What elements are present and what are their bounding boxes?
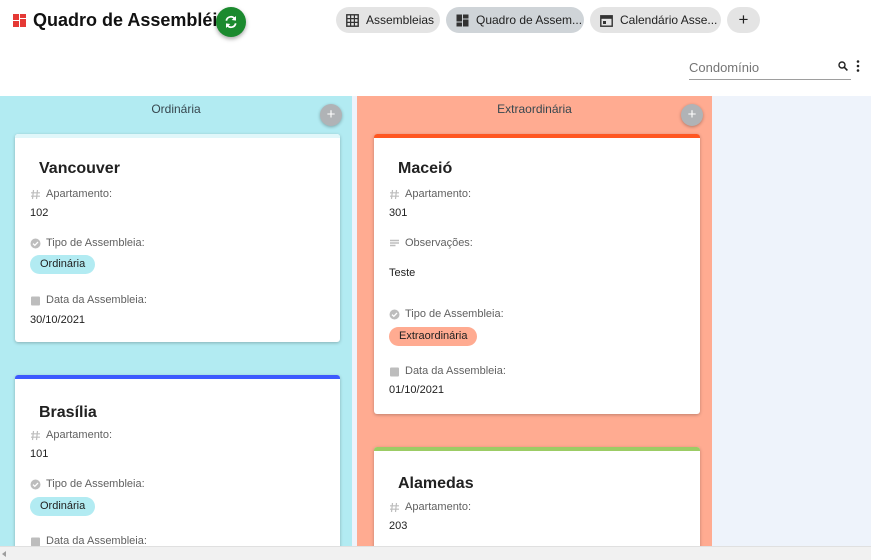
scroll-left-icon[interactable]: [2, 551, 6, 557]
add-card-button[interactable]: +: [320, 104, 342, 126]
notes-icon: [390, 239, 399, 246]
apartment-value: 203: [389, 520, 408, 532]
tab-quadro[interactable]: Quadro de Assem...: [446, 7, 584, 33]
type-label: Tipo de Assembleia:: [389, 308, 504, 320]
type-label: Tipo de Assembleia:: [30, 237, 145, 249]
search-input[interactable]: [689, 57, 829, 77]
check-circle-icon: [389, 309, 400, 319]
apartment-label: Apartamento:: [30, 429, 112, 441]
calendar-icon: [600, 14, 613, 27]
apartment-label: Apartamento:: [389, 188, 471, 200]
apartment-label: Apartamento:: [389, 501, 471, 513]
grid-icon: [346, 13, 359, 27]
column-extraordinaria: Extraordinária + Maceió Apartamento: 301…: [357, 96, 712, 560]
card-title: Brasília: [39, 404, 97, 421]
hash-icon: [31, 430, 40, 440]
kanban-board: Ordinária + Vancouver Apartamento: 102 T…: [0, 96, 871, 560]
page-title: Quadro de Assembléias: [33, 10, 238, 30]
date-label: Data da Assembleia:: [389, 365, 506, 377]
card-color-bar: [15, 134, 340, 138]
add-icon: +: [738, 10, 749, 29]
date-value: 01/10/2021: [389, 384, 445, 396]
notes-label: Observações:: [389, 237, 473, 249]
card-title: Alamedas: [398, 475, 474, 492]
tab-calendario[interactable]: Calendário Asse...: [590, 7, 721, 33]
card-title: Maceió: [398, 160, 453, 177]
card-color-bar: [374, 134, 700, 138]
check-circle-icon: [30, 238, 41, 248]
search-icon[interactable]: [838, 61, 848, 71]
date-value: 30/10/2021: [30, 314, 86, 326]
tab-label: Calendário Asse...: [620, 13, 718, 27]
apartment-label: Apartamento:: [30, 188, 112, 200]
tab-label: Assembleias: [366, 13, 435, 27]
apartment-value: 102: [30, 207, 49, 219]
hash-icon: [390, 189, 399, 199]
hash-icon: [31, 189, 40, 199]
card-maceio[interactable]: Maceió Apartamento: 301 Observações: Tes…: [374, 134, 700, 414]
date-label: Data da Assembleia:: [30, 294, 147, 306]
sync-button[interactable]: [216, 7, 246, 37]
tab-label: Quadro de Assem...: [476, 13, 583, 27]
kanban-icon: [456, 14, 469, 26]
card-alamedas[interactable]: Alamedas Apartamento: 203: [374, 447, 700, 560]
apartment-value: 101: [30, 448, 49, 460]
type-badge: Extraordinária: [389, 327, 478, 346]
card-color-bar: [374, 447, 700, 451]
more-vert-icon[interactable]: [856, 60, 860, 72]
apartment-value: 301: [389, 207, 408, 219]
column-title: Ordinária: [151, 102, 201, 116]
tab-assembleias[interactable]: Assembleias: [336, 7, 440, 33]
notes-value: Teste: [389, 267, 416, 279]
app-page: Quadro de Assembléias Assembleias Quadro…: [0, 0, 871, 560]
card-color-bar: [15, 375, 340, 379]
column-title: Extraordinária: [497, 102, 572, 116]
card-title: Vancouver: [39, 160, 120, 177]
calendar-icon: [31, 296, 40, 305]
calendar-icon: [390, 367, 399, 376]
calendar-icon: [31, 537, 40, 546]
sync-icon: [225, 15, 237, 29]
type-label: Tipo de Assembleia:: [30, 478, 145, 490]
column-ordinaria: Ordinária + Vancouver Apartamento: 102 T…: [0, 96, 352, 560]
grid-logo-icon: [13, 14, 26, 27]
type-badge: Ordinária: [30, 255, 96, 274]
search-field: [689, 57, 851, 80]
type-badge: Ordinária: [30, 497, 96, 516]
hash-icon: [390, 502, 399, 512]
add-tab-button[interactable]: +: [727, 7, 760, 33]
add-card-button[interactable]: +: [681, 104, 703, 126]
card-vancouver[interactable]: Vancouver Apartamento: 102 Tipo de Assem…: [15, 134, 340, 342]
card-brasilia[interactable]: Brasília Apartamento: 101 Tipo de Assemb…: [15, 375, 340, 560]
check-circle-icon: [30, 479, 41, 489]
horizontal-scrollbar[interactable]: [0, 546, 871, 560]
